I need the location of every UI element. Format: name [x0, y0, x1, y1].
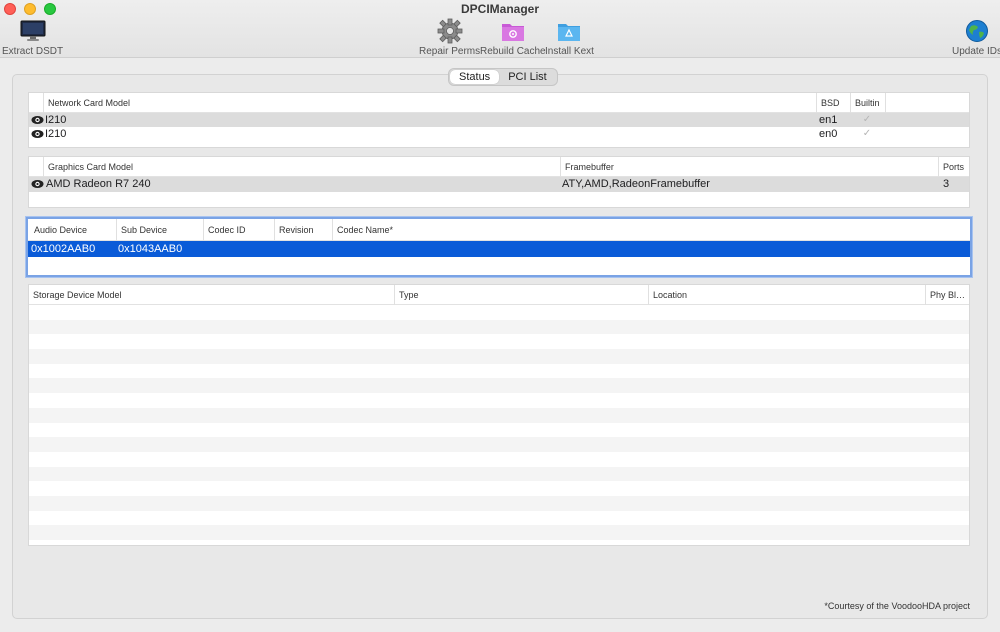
storage-model-header[interactable]: Storage Device Model — [29, 285, 394, 305]
network-model-cell: I210 — [45, 114, 67, 126]
repair-perms-label: Repair Perms — [419, 46, 481, 57]
toolbar: DPCIManager Extract DSDT Repair Perms Re… — [0, 0, 1000, 58]
storage-type-header[interactable]: Type — [394, 285, 648, 305]
network-bsd-cell: en0 — [819, 128, 838, 140]
eye-icon — [31, 180, 44, 188]
storage-phy-header[interactable]: Phy Bl… — [925, 285, 969, 305]
eye-icon — [31, 116, 44, 124]
tab-pci-list[interactable]: PCI List — [499, 70, 556, 84]
monitor-icon — [20, 18, 46, 44]
builtin-checkbox[interactable]: ✓ — [861, 128, 873, 140]
globe-icon — [964, 18, 990, 44]
tab-status[interactable]: Status — [450, 70, 500, 84]
network-bsd-cell: en1 — [819, 114, 838, 126]
gear-icon — [437, 18, 463, 44]
rebuild-cache-button[interactable]: Rebuild Cache — [480, 18, 546, 57]
audio-codec-name-header[interactable]: Codec Name* — [332, 219, 968, 241]
folder-apps-icon — [556, 18, 582, 44]
audio-table-header: Audio Device Sub Device Codec ID Revisio… — [28, 219, 970, 241]
graphics-model-header[interactable]: Graphics Card Model — [43, 157, 560, 177]
storage-table[interactable]: Storage Device Model Type Location Phy B… — [28, 284, 970, 546]
graphics-framebuffer-header[interactable]: Framebuffer — [560, 157, 938, 177]
table-row[interactable]: I210 en0 ✓ — [29, 127, 969, 141]
table-row[interactable]: I210 en1 ✓ — [29, 113, 969, 127]
network-model-cell: I210 — [45, 128, 67, 140]
builtin-checkbox[interactable]: ✓ — [861, 114, 873, 126]
network-table-header: Network Card Model BSD Builtin — [29, 93, 969, 113]
table-row[interactable]: 0x1002AAB0 0x1043AAB0 — [28, 241, 970, 257]
graphics-model-cell: AMD Radeon R7 240 — [46, 178, 151, 190]
graphics-table[interactable]: Graphics Card Model Framebuffer Ports AM… — [28, 156, 970, 208]
folder-gear-icon — [500, 18, 526, 44]
storage-location-header[interactable]: Location — [648, 285, 925, 305]
audio-device-header[interactable]: Audio Device — [30, 219, 116, 241]
audio-device-cell: 0x1002AAB0 — [31, 243, 96, 255]
repair-perms-button[interactable]: Repair Perms — [419, 18, 480, 57]
network-table[interactable]: Network Card Model BSD Builtin I210 en1 … — [28, 92, 970, 148]
extract-dsdt-label: Extract DSDT — [2, 46, 64, 57]
graphics-table-header: Graphics Card Model Framebuffer Ports — [29, 157, 969, 177]
audio-revision-header[interactable]: Revision — [274, 219, 332, 241]
audio-table[interactable]: Audio Device Sub Device Codec ID Revisio… — [26, 217, 972, 277]
courtesy-note: *Courtesy of the VoodooHDA project — [824, 601, 970, 611]
graphics-framebuffer-cell: ATY,AMD,RadeonFramebuffer — [562, 178, 710, 190]
audio-subdevice-header[interactable]: Sub Device — [116, 219, 203, 241]
table-row[interactable]: AMD Radeon R7 240 ATY,AMD,RadeonFramebuf… — [29, 177, 969, 192]
view-tabs: Status PCI List — [448, 68, 558, 86]
audio-subdevice-cell: 0x1043AAB0 — [118, 243, 183, 255]
install-kext-button[interactable]: Install Kext — [545, 18, 594, 57]
graphics-ports-cell: 3 — [943, 178, 950, 190]
extract-dsdt-button[interactable]: Extract DSDT — [2, 18, 63, 57]
storage-table-header: Storage Device Model Type Location Phy B… — [29, 285, 969, 305]
install-kext-label: Install Kext — [545, 46, 594, 57]
storage-rows — [29, 305, 969, 540]
audio-codec-id-header[interactable]: Codec ID — [203, 219, 274, 241]
update-ids-button[interactable]: Update IDs — [952, 18, 1000, 57]
eye-icon — [31, 130, 44, 138]
rebuild-cache-label: Rebuild Cache — [480, 46, 546, 57]
network-model-header[interactable]: Network Card Model — [43, 93, 816, 113]
update-ids-label: Update IDs — [952, 46, 1000, 57]
network-bsd-header[interactable]: BSD — [816, 93, 850, 113]
graphics-ports-header[interactable]: Ports — [938, 157, 969, 177]
network-builtin-header[interactable]: Builtin — [850, 93, 886, 113]
window-title: DPCIManager — [460, 2, 540, 16]
